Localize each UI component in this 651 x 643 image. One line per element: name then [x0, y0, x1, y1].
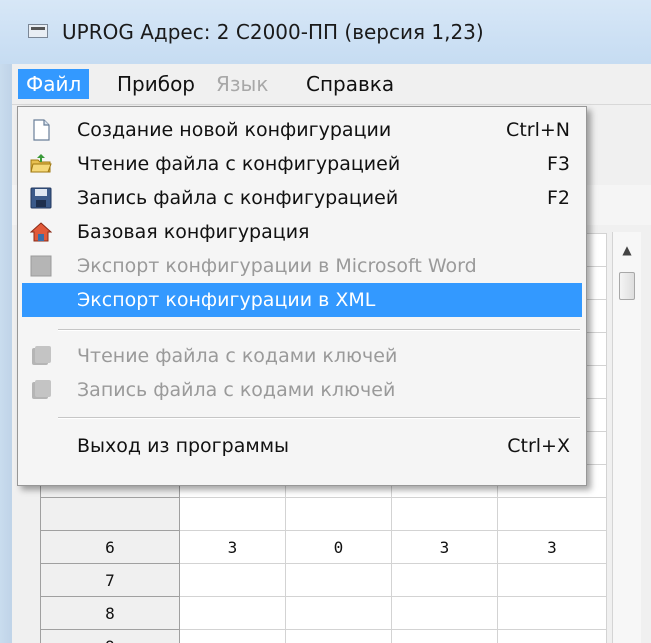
table-cell[interactable] — [391, 596, 498, 630]
table-cell[interactable] — [179, 596, 286, 630]
table-cell[interactable] — [391, 497, 498, 531]
row-header[interactable]: 7 — [40, 563, 180, 597]
table-cell[interactable] — [285, 497, 392, 531]
menu-item-exit[interactable]: Выход из программы Ctrl+X — [22, 429, 582, 463]
new-document-icon — [33, 119, 50, 141]
menu-item-label: Выход из программы — [77, 435, 290, 457]
menu-item-open-config[interactable]: Чтение файла с конфигурацией F3 — [22, 147, 582, 181]
menu-item-write-keys[interactable]: Запись файла с кодами ключей — [22, 373, 582, 407]
menu-file[interactable]: Файл — [18, 69, 90, 99]
key-write-icon — [32, 380, 51, 399]
home-icon — [30, 222, 52, 242]
table-cell[interactable] — [179, 629, 286, 643]
floppy-disk-icon — [30, 187, 52, 209]
table-cell[interactable] — [285, 563, 392, 597]
table-cell[interactable]: 0 — [285, 530, 392, 564]
file-menu-dropdown: Создание новой конфигурации Ctrl+N Чтени… — [17, 106, 587, 486]
table-cell[interactable] — [391, 563, 498, 597]
menu-item-export-word[interactable]: Экспорт конфигурации в Microsoft Word — [22, 249, 582, 283]
menu-item-label: Чтение файла с конфигурацией — [77, 153, 401, 175]
menu-language[interactable]: Язык — [208, 69, 276, 99]
menu-bar: Файл Прибор Язык Справка — [12, 64, 651, 105]
menu-item-label: Базовая конфигурация — [77, 221, 310, 243]
menu-item-base-config[interactable]: Базовая конфигурация — [22, 215, 582, 249]
window-frame-edge — [0, 64, 12, 643]
key-read-icon — [32, 346, 51, 365]
open-folder-icon — [30, 154, 52, 173]
table-cell[interactable] — [497, 497, 607, 531]
table-cell[interactable] — [179, 497, 286, 531]
table-cell[interactable] — [497, 563, 607, 597]
table-cell[interactable] — [285, 596, 392, 630]
table-row: 7 — [40, 563, 607, 597]
menu-item-shortcut: Ctrl+N — [506, 119, 570, 141]
menu-separator — [58, 417, 580, 419]
application-window: UPROG Адрес: 2 С2000-ПП (версия 1,23) Фа… — [0, 0, 651, 643]
menu-help[interactable]: Справка — [298, 69, 402, 99]
table-cell[interactable] — [497, 596, 607, 630]
menu-item-shortcut: F2 — [546, 187, 570, 209]
table-cell[interactable] — [179, 563, 286, 597]
table-cell[interactable] — [391, 629, 498, 643]
menu-device[interactable]: Прибор — [109, 69, 203, 99]
table-cell[interactable]: 3 — [179, 530, 286, 564]
menu-item-label: Экспорт конфигурации в Microsoft Word — [77, 255, 477, 277]
menu-item-label: Создание новой конфигурации — [77, 119, 392, 141]
menu-item-label: Запись файла с кодами ключей — [77, 379, 396, 401]
title-bar: UPROG Адрес: 2 С2000-ПП (версия 1,23) — [0, 0, 651, 64]
menu-separator — [58, 329, 580, 331]
table-cell[interactable]: 3 — [497, 530, 607, 564]
table-row: 6 3 0 3 3 — [40, 530, 607, 564]
table-row: 9 — [40, 629, 607, 643]
table-cell[interactable]: 3 — [391, 530, 498, 564]
menu-item-read-keys[interactable]: Чтение файла с кодами ключей — [22, 339, 582, 373]
menu-item-new-config[interactable]: Создание новой конфигурации Ctrl+N — [22, 113, 582, 147]
row-header[interactable] — [40, 497, 180, 531]
table-row: 8 — [40, 596, 607, 630]
scroll-thumb[interactable] — [619, 272, 635, 300]
menu-item-label: Запись файла с конфигурацией — [77, 187, 399, 209]
table-row — [40, 497, 607, 531]
word-icon — [30, 255, 52, 277]
window-title: UPROG Адрес: 2 С2000-ПП (версия 1,23) — [62, 20, 484, 44]
table-cell[interactable] — [497, 629, 607, 643]
menu-item-export-xml[interactable]: Экспорт конфигурации в XML — [22, 283, 582, 317]
menu-item-shortcut: Ctrl+X — [507, 435, 570, 457]
row-header[interactable]: 8 — [40, 596, 180, 630]
row-header[interactable]: 9 — [40, 629, 180, 643]
menu-item-label: Чтение файла с кодами ключей — [77, 345, 398, 367]
row-header[interactable]: 6 — [40, 530, 180, 564]
table-cell[interactable] — [285, 629, 392, 643]
scroll-up-arrow-icon[interactable]: ▲ — [613, 238, 641, 262]
menu-item-save-config[interactable]: Запись файла с конфигурацией F2 — [22, 181, 582, 215]
vertical-scrollbar[interactable]: ▲ — [612, 232, 641, 643]
menu-item-label: Экспорт конфигурации в XML — [77, 289, 376, 311]
menu-item-shortcut: F3 — [546, 153, 570, 175]
app-icon[interactable] — [28, 24, 48, 38]
